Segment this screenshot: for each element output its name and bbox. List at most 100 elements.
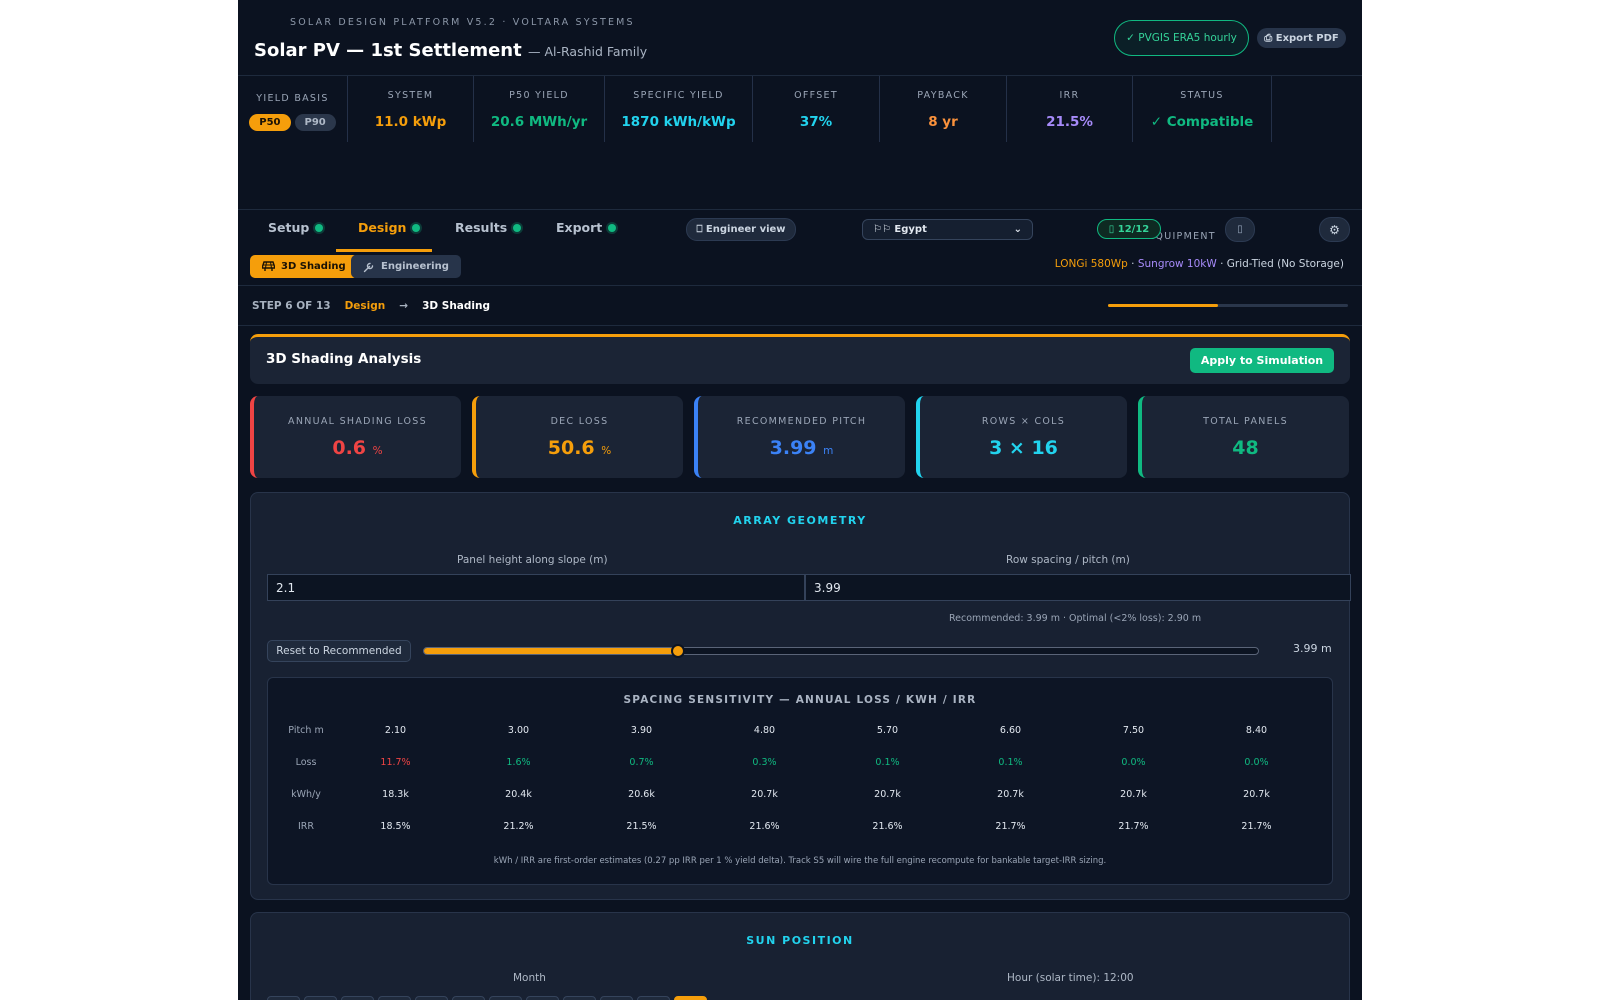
value-number: 50.6 — [547, 437, 595, 459]
panel-height-input[interactable] — [267, 574, 805, 601]
p90-pill[interactable]: P90 — [294, 114, 336, 131]
table-row: kWh/y 18.3k 20.4k 20.6k 20.7k 20.7k 20.7… — [278, 778, 1318, 810]
apply-to-simulation-button[interactable]: Apply to Simulation — [1190, 348, 1334, 373]
engineer-view-button[interactable]: ⎕ Engineer view — [686, 218, 796, 241]
progress-badge[interactable]: ▯ 12/12 — [1097, 219, 1161, 239]
table-cell: 21.7% — [1241, 820, 1272, 832]
spacing-sensitivity-table: SPACING SENSITIVITY — ANNUAL LOSS / KWH … — [267, 677, 1333, 885]
square-icon[interactable]: ▯ — [1225, 217, 1255, 242]
subtab-label: Engineering — [381, 261, 449, 272]
tab-export[interactable]: Export — [556, 220, 617, 235]
recommendation-note: Recommended: 3.99 m · Optimal (<2% loss)… — [949, 613, 1202, 624]
pitch-slider[interactable] — [423, 644, 1259, 658]
panel-title: SUN POSITION — [746, 934, 854, 947]
table-cell: 21.7% — [1118, 820, 1149, 832]
table-cell: 5.70 — [876, 724, 899, 736]
month-button-feb[interactable]: Feb — [304, 996, 337, 1000]
table-cell: 11.7% — [380, 756, 411, 768]
sun-position-panel: SUN POSITION Month Hour (solar time): 12… — [250, 912, 1350, 1000]
kpi-yield-basis: YIELD BASIS P50 P90 — [238, 76, 348, 142]
kpi-label: YIELD BASIS — [256, 93, 329, 104]
kpi-offset: OFFSET 37% — [753, 76, 880, 142]
kpi-label: OFFSET — [794, 90, 838, 101]
page-title: Solar PV — 1st Settlement — Al-Rashid Fa… — [254, 40, 647, 61]
table-cell: 21.6% — [872, 820, 903, 832]
table-cell: 0.1% — [875, 756, 900, 768]
tab-setup[interactable]: Setup — [268, 220, 324, 235]
kpi-p50-yield: P50 YIELD 20.6 MWh/yr — [474, 76, 605, 142]
month-button-mar[interactable]: Mar — [341, 996, 374, 1000]
card-label: ROWS × COLS — [981, 416, 1066, 427]
month-button-may[interactable]: May — [415, 996, 448, 1000]
project-title: Solar PV — 1st Settlement — [254, 40, 522, 61]
country-select[interactable]: ⚐⚐ Egypt ⌄ — [862, 219, 1033, 240]
month-button-sep[interactable]: Sep — [563, 996, 596, 1000]
gear-icon[interactable]: ⚙ — [1319, 217, 1350, 242]
table-footnote: kWh / IRR are first-order estimates (0.2… — [493, 856, 1107, 866]
table-cell: 8.40 — [1245, 724, 1268, 736]
card-label: DEC LOSS — [550, 416, 609, 427]
kpi-label: SYSTEM — [387, 90, 434, 101]
table-cell: 20.7k — [874, 788, 901, 800]
solar-panel-icon — [262, 261, 275, 271]
reset-to-recommended-button[interactable]: Reset to Recommended — [267, 640, 411, 662]
hour-label: Hour (solar time): 12:00 — [1007, 972, 1134, 984]
value-unit: % — [601, 445, 612, 457]
card-label: RECOMMENDED PITCH — [736, 416, 867, 427]
month-button-nov[interactable]: Nov — [637, 996, 670, 1000]
table-title: SPACING SENSITIVITY — ANNUAL LOSS / KWH … — [623, 694, 977, 706]
month-button-oct[interactable]: Oct — [600, 996, 633, 1000]
month-button-jan[interactable]: Jan — [267, 996, 300, 1000]
value-number: 0.6 — [332, 437, 367, 459]
kpi-specific-yield: SPECIFIC YIELD 1870 kWh/kWp — [605, 76, 753, 142]
app-window: SOLAR DESIGN PLATFORM V5.2 · VOLTARA SYS… — [238, 0, 1362, 1000]
subtab-engineering[interactable]: Engineering — [351, 255, 461, 278]
table-cell: 21.2% — [503, 820, 534, 832]
subtab-3d-shading[interactable]: 3D Shading — [250, 255, 358, 278]
pitch-input[interactable] — [805, 574, 1351, 601]
value-unit: % — [372, 445, 383, 457]
card-rows-cols: ROWS × COLS 3 × 16 — [916, 396, 1127, 478]
table-cell: 0.0% — [1121, 756, 1146, 768]
tab-results[interactable]: Results — [455, 220, 522, 235]
table-cell: 4.80 — [753, 724, 776, 736]
panel-title: ARRAY GEOMETRY — [733, 514, 867, 527]
month-button-jun[interactable]: Jun — [452, 996, 485, 1000]
card-label: ANNUAL SHADING LOSS — [288, 416, 427, 427]
analysis-header: 3D Shading Analysis Apply to Simulation — [250, 334, 1350, 384]
breadcrumb-section[interactable]: Design — [345, 300, 386, 312]
kpi-value: 11.0 kWp — [374, 114, 447, 130]
tab-label: Setup — [268, 220, 310, 235]
kpi-label: SPECIFIC YIELD — [633, 90, 724, 101]
card-total-panels: TOTAL PANELS 48 — [1138, 396, 1349, 478]
table-cell: 21.5% — [626, 820, 657, 832]
table-cell: 0.1% — [998, 756, 1023, 768]
status-dot-icon — [608, 223, 617, 232]
table-cell: 0.0% — [1244, 756, 1269, 768]
country-value: ⚐⚐ Egypt — [873, 224, 927, 235]
table-cell: 0.3% — [752, 756, 777, 768]
card-value: 48 — [1142, 437, 1349, 459]
table-cell: 20.7k — [751, 788, 778, 800]
value-number: 3.99 — [769, 437, 817, 459]
section-title: 3D Shading Analysis — [266, 351, 422, 367]
pvgis-badge[interactable]: ✓ PVGIS ERA5 hourly — [1114, 20, 1249, 56]
month-button-apr[interactable]: Apr — [378, 996, 411, 1000]
tab-design[interactable]: Design — [358, 220, 421, 235]
step-counter: STEP 6 OF 13 — [252, 300, 331, 312]
slider-handle[interactable] — [671, 644, 686, 658]
p50-pill[interactable]: P50 — [249, 114, 291, 131]
month-button-jul[interactable]: Jul — [489, 996, 522, 1000]
kpi-label: P50 YIELD — [509, 90, 569, 101]
table-cell: 18.3k — [382, 788, 409, 800]
yield-basis-toggle: P50 P90 — [238, 114, 347, 131]
month-button-aug[interactable]: Aug — [526, 996, 559, 1000]
array-geometry-panel: ARRAY GEOMETRY Panel height along slope … — [250, 492, 1351, 900]
month-button-dec[interactable]: Dec — [674, 996, 707, 1000]
table-cell: 20.7k — [1120, 788, 1147, 800]
kpi-label: IRR — [1059, 90, 1080, 101]
main-tabs: Setup Design Results Export ⎕ Engineer v… — [238, 210, 1362, 252]
tab-label: Export — [556, 220, 603, 235]
export-pdf-button[interactable]: ⎙ Export PDF — [1257, 28, 1346, 48]
table-cell: 21.6% — [749, 820, 780, 832]
